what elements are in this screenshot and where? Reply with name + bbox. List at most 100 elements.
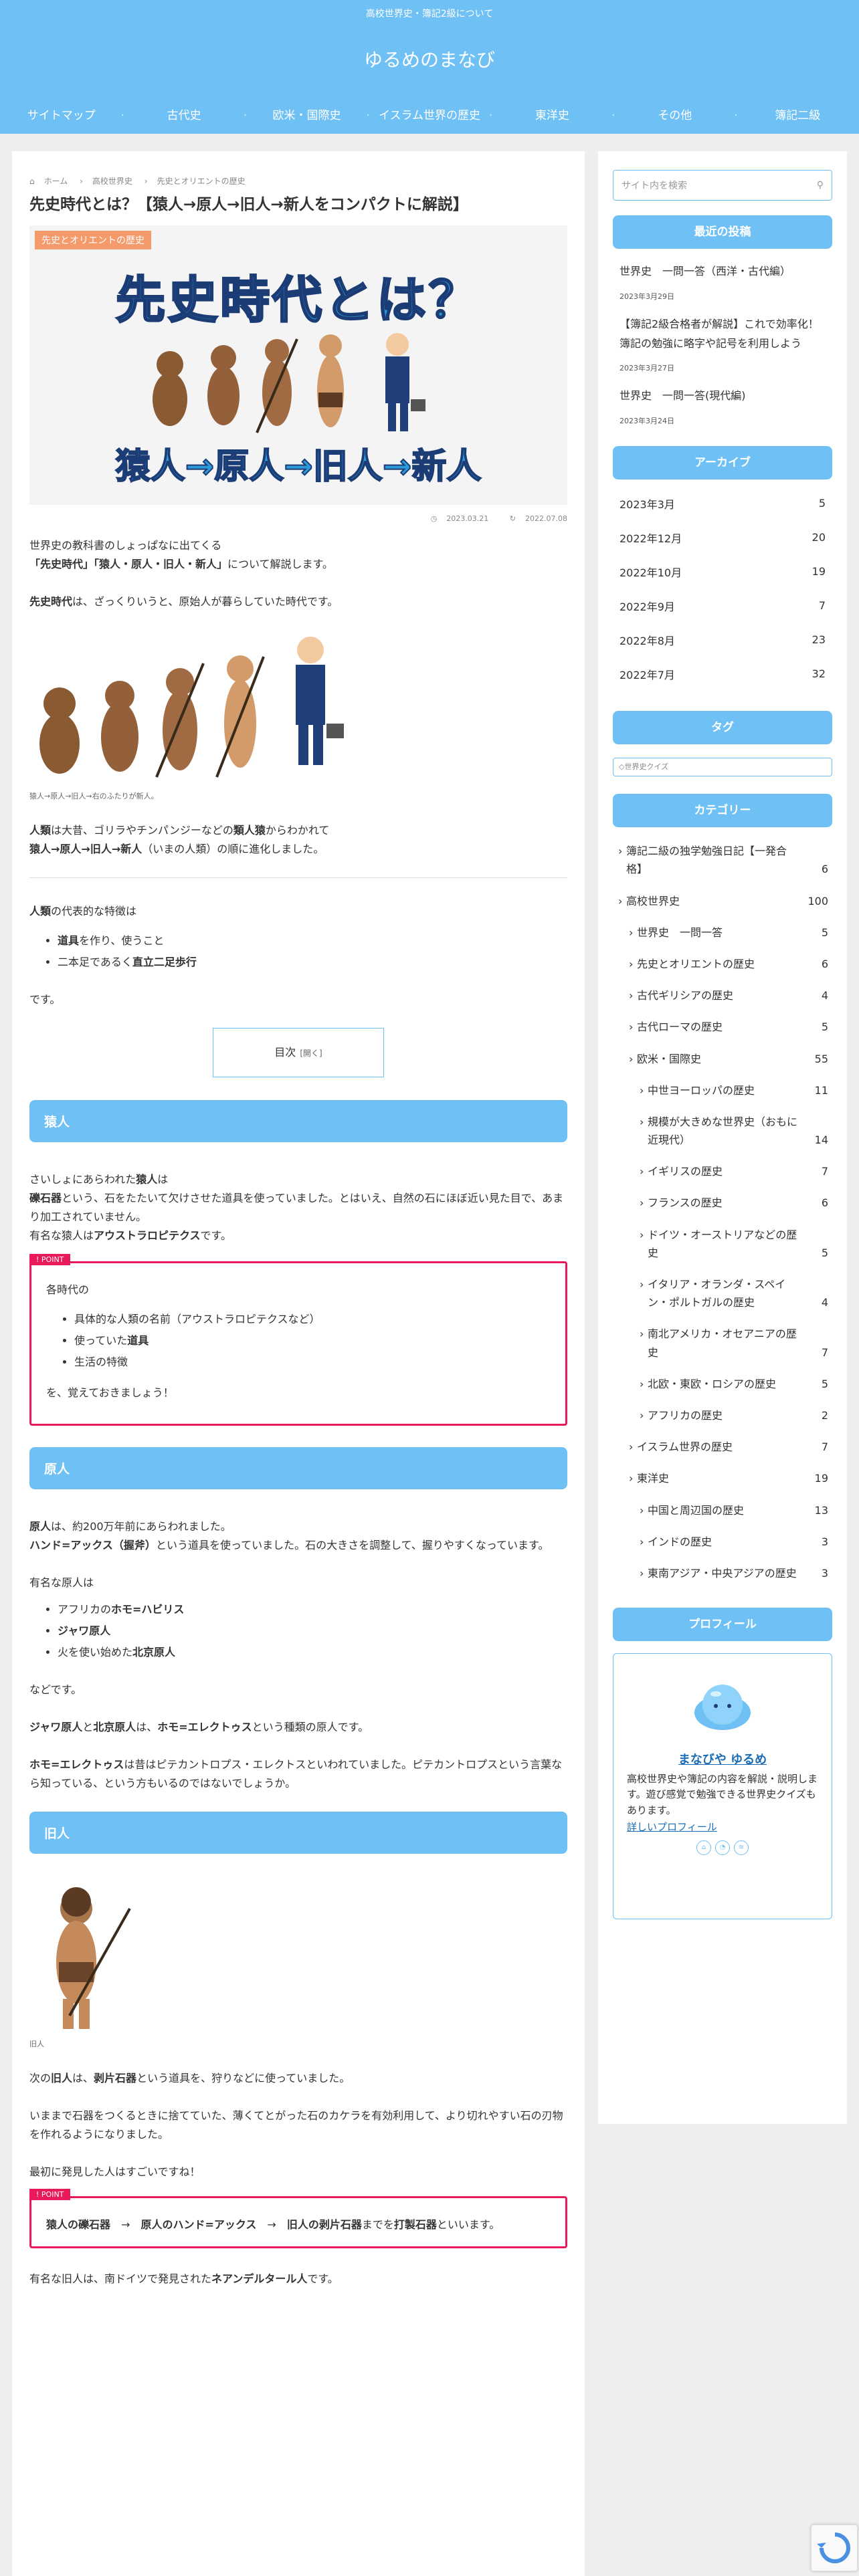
sarujin-paragraph: さいしょにあらわれた猿人は 礫石器という、石をたたいて欠けさせた道具を使っていま… [29,1173,564,1243]
toc-toggle[interactable]: [開く] [300,1049,322,1058]
category-item[interactable]: › 世界史 一問一答 5 [613,917,832,948]
figure-caption: 猿人→原人→旧人→右のふたりが新人。 [29,792,159,801]
human-evolution-paragraph: 人類は大昔、ゴリラやチンパンジーなどの類人猿からわかれて 猿人→原人→旧人→新人… [29,824,330,856]
point-box: ! POINT 猿人の礫石器 → 原人のハンド=アックス → 旧人の剥片石器まで… [29,2189,567,2249]
category-item[interactable]: › 古代ギリシアの歴史 4 [613,980,832,1011]
breadcrumb-prehistory[interactable]: 先史とオリエントの歴史 [157,177,246,186]
category-item[interactable]: › 規模が大きめな世界史（おもに近現代） 14 [613,1106,832,1156]
rss-icon[interactable]: ≋ [734,1840,749,1855]
archive-item[interactable]: 2022年8月 23 [613,623,832,657]
archive-item[interactable]: 2022年7月 32 [613,657,832,691]
category-item[interactable]: › 北欧・東欧・ロシアの歴史 5 [613,1368,832,1400]
genjin-famous-intro: 有名な原人は [29,1576,94,1590]
category-item[interactable]: › 中世ヨーロッパの歴史 11 [613,1075,832,1106]
list-item: 生活の特徴 [74,1352,551,1373]
search-icon[interactable]: ⚲ [817,180,824,191]
category-item[interactable]: › 欧米・国際史 55 [613,1043,832,1075]
recent-post[interactable]: 世界史 一問一答(現代編) 2023年3月24日 [613,387,832,426]
eyecatch-title: 先史時代とは？ [115,271,481,330]
home-icon[interactable]: ⌂ [696,1840,711,1855]
archive-item[interactable]: 2022年12月 20 [613,520,832,554]
eyecatch-subtitle: 猿人→原人→旧人→新人 [115,446,482,488]
chevron-right-icon: › [640,1408,644,1422]
category-item[interactable]: › フランスの歴史 6 [613,1187,832,1218]
homo-erectus-paragraph: ジャワ原人と北京原人は、ホモ=エレクトゥスという種類の原人です。 [29,1721,369,1734]
category-item[interactable]: › 高校世界史 100 [613,885,832,917]
archive-heading: アーカイブ [613,446,832,480]
global-nav: サイトマップ 古代史 欧米・国際史 イスラム世界の歴史 東洋史 その他 簿記二級 [0,100,859,131]
chevron-right-icon: › [618,845,623,858]
chevron-right-icon: › [640,1566,644,1580]
post-dates: ◷ 2023.03.21 ↻ 2022.07.08 [29,514,567,523]
chevron-right-icon: › [618,894,623,907]
nav-item-east[interactable]: 東洋史 [489,100,613,131]
category-item[interactable]: › イスラム世界の歴史 7 [613,1431,832,1463]
point-list: 具体的な人類の名前（アウストラロピテクスなど） 使っていた道具 生活の特徴 [46,1309,551,1373]
category-item[interactable]: › 古代ローマの歴史 5 [613,1011,832,1043]
category-item[interactable]: › イギリスの歴史 7 [613,1156,832,1187]
evolution-illustration [153,333,425,434]
feed-icon[interactable]: ◔ [715,1840,730,1855]
table-of-contents[interactable]: 目次 [開く] [213,1028,384,1078]
category-heading: カテゴリー [613,794,832,828]
chevron-right-icon: › [80,177,83,186]
recaptcha-badge[interactable] [811,2525,858,2571]
chevron-right-icon: › [629,1021,634,1034]
profile-bio: 高校世界史や簿記の内容を解説・説明します。遊び感覚で勉強できる世界史クイズもあり… [627,1773,818,1816]
search-input[interactable]: サイト内を検索 ⚲ [613,170,832,201]
nav-item-islam[interactable]: イスラム世界の歴史 [366,100,490,131]
category-item[interactable]: › 簿記二級の独学勉強日記【一発合格】 6 [613,835,832,885]
category-label[interactable]: 先史とオリエントの歴史 [35,231,151,250]
category-item[interactable]: › イタリア・オランダ・スペイン・ポルトガルの歴史 4 [613,1269,832,1318]
category-item[interactable]: › 先史とオリエントの歴史 6 [613,948,832,980]
category-item[interactable]: › ドイツ・オーストリアなどの歴史 5 [613,1219,832,1269]
nav-item-other[interactable]: その他 [611,100,736,131]
profile-card: まなびや ゆるめ 高校世界史や簿記の内容を解説・説明します。遊び感覚で勉強できる… [613,1653,832,1920]
profile-heading: プロフィール [613,1608,832,1642]
nav-item-western[interactable]: 欧米・国際史 [244,100,368,131]
chevron-right-icon: › [640,1196,644,1210]
section-heading-genjin: 原人 [29,1447,567,1490]
profile-more-link[interactable]: 詳しいプロフィール [627,1820,818,1834]
profile-name[interactable]: まなびや ゆるめ [627,1750,818,1767]
features-list: 道具を作り、使うこと 二本足であるく直立二足歩行 [29,930,567,973]
flake-tool-paragraph: いままで石器をつくるときに捨てていた、薄くてとがった石のカケラを有効利用して、よ… [29,2109,563,2141]
recent-post[interactable]: 【簿記2級合格者が解説】これで効率化！簿記の勉強に略字や記号を利用しよう 202… [613,315,832,374]
archive-item[interactable]: 2022年9月 7 [613,588,832,623]
breadcrumb-home[interactable]: ホーム [44,177,68,186]
recent-post[interactable]: 世界史 一問一答（西洋・古代編） 2023年3月29日 [613,262,832,302]
published-date: ◷ 2023.03.21 [430,514,489,524]
nav-item-sitemap[interactable]: サイトマップ [0,100,122,131]
archive-item[interactable]: 2023年3月 5 [613,486,832,520]
site-title[interactable]: ゆるめのまなび [0,45,859,72]
definition-paragraph: 先史時代は、ざっくりいうと、原始人が暮らしていた時代です。 [29,595,339,609]
neanderthal-paragraph: 有名な旧人は、南ドイツで発見されたネアンデルタール人です。 [29,2272,339,2286]
category-item[interactable]: › アフリカの歴史 2 [613,1400,832,1431]
category-item[interactable]: › インドの歴史 3 [613,1526,832,1558]
social-links: ⌂ ◔ ≋ [627,1840,818,1855]
recaptcha-icon [817,2533,850,2563]
list-item: ジャワ原人 [58,1620,567,1642]
features-intro: 人類の代表的な特徴は [29,905,137,918]
category-item[interactable]: › 東洋史 19 [613,1463,832,1494]
desu-text: です。 [29,993,61,1006]
archive-item[interactable]: 2022年10月 19 [613,554,832,588]
nav-item-boki[interactable]: 簿記二級 [735,100,859,131]
point-tag: ! POINT [29,1254,71,1266]
breadcrumb-world-history[interactable]: 高校世界史 [92,177,132,186]
category-item[interactable]: › 中国と周辺国の歴史 13 [613,1495,832,1526]
lightbulb-icon: ! [36,1255,39,1265]
list-item: 具体的な人類の名前（アウストラロピテクスなど） [74,1309,551,1330]
list-item: 二本足であるく直立二足歩行 [58,952,567,973]
category-item[interactable]: › 東南アジア・中央アジアの歴史 3 [613,1558,832,1589]
category-item[interactable]: › 南北アメリカ・オセアニアの歴史 7 [613,1318,832,1368]
updated-date: ↻ 2022.07.08 [509,514,567,524]
point-tag: ! POINT [29,2189,71,2201]
chevron-right-icon: › [629,1440,634,1454]
evolution-figure [39,637,344,778]
tag-item[interactable]: ◇世界史クイズ [613,758,832,777]
sidebar: サイト内を検索 ⚲ 最近の投稿 世界史 一問一答（西洋・古代編） 2023年3月… [598,151,847,2124]
nav-item-ancient[interactable]: 古代史 [120,100,245,131]
chevron-right-icon: › [640,1278,644,1291]
chevron-right-icon: › [629,989,634,1002]
